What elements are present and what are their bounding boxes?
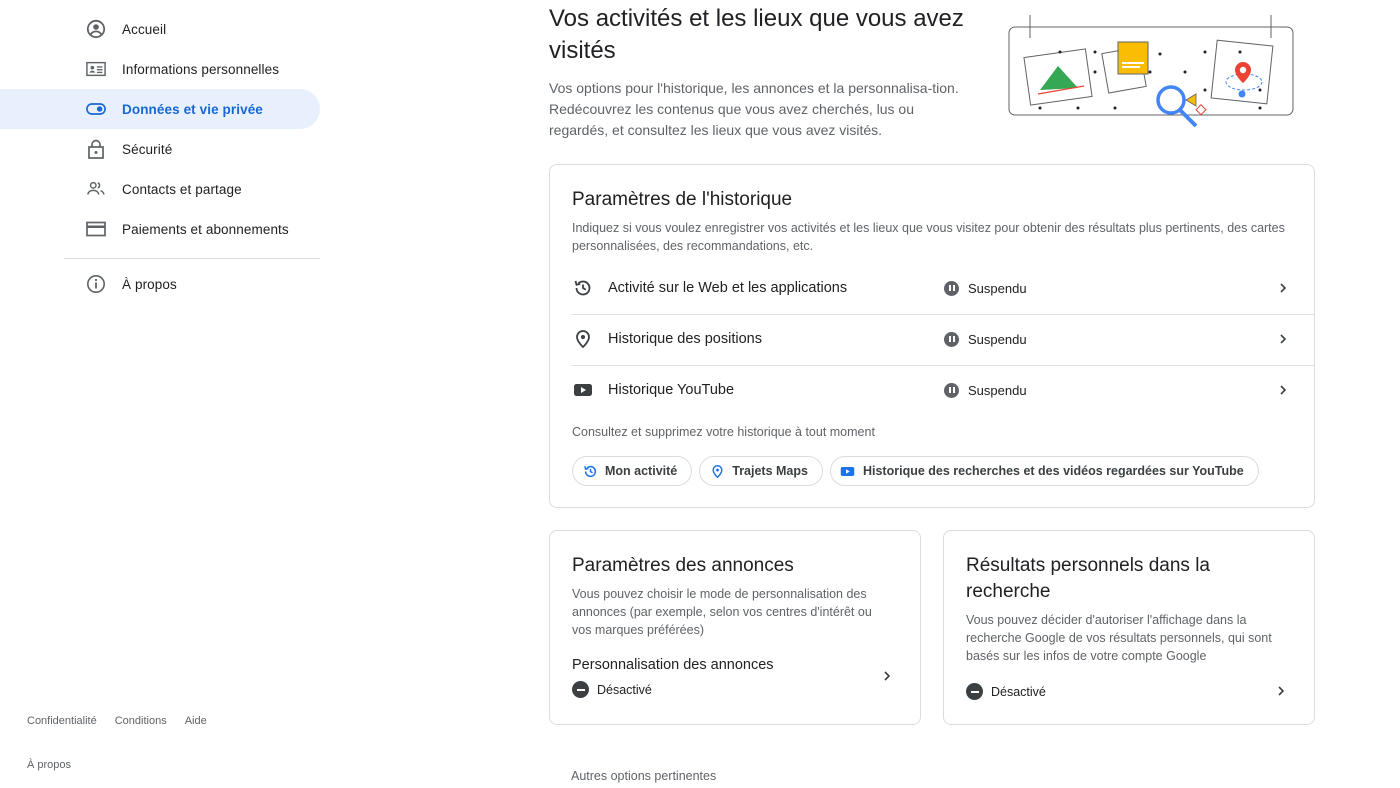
status-badge: Désactivé <box>572 681 652 698</box>
sidebar-item-payments[interactable]: Paiements et abonnements <box>0 209 320 249</box>
sidebar-item-security[interactable]: Sécurité <box>0 129 320 169</box>
people-icon <box>86 179 106 199</box>
sidebar-item-personal-info[interactable]: Informations personnelles <box>0 49 320 89</box>
search-card-description: Vous pouvez décider d'autoriser l'affich… <box>966 613 1272 663</box>
sidebar-divider <box>64 258 320 259</box>
status-text: Suspendu <box>968 382 1027 398</box>
pause-icon <box>944 382 959 398</box>
location-pin-icon <box>572 328 594 350</box>
chip-label: Mon activité <box>605 464 678 478</box>
ads-card-title: Paramètres des annonces <box>572 555 794 576</box>
footer-terms-link[interactable]: Conditions <box>115 715 167 727</box>
history-row-label: Historique des positions <box>608 331 762 347</box>
history-icon <box>572 277 594 299</box>
youtube-icon <box>572 379 594 401</box>
history-icon <box>582 463 598 479</box>
sidebar-item-label: Contacts et partage <box>122 181 242 197</box>
maps-timeline-chip[interactable]: Trajets Maps <box>699 456 823 486</box>
location-pin-icon <box>709 463 725 479</box>
status-badge: Suspendu <box>944 382 1027 398</box>
disabled-icon <box>572 681 589 698</box>
search-card-title: Résultats personnels dans la recherche <box>966 555 1210 602</box>
activity-illustration <box>1000 10 1300 128</box>
sidebar-item-about[interactable]: À propos <box>0 264 320 304</box>
status-badge: Désactivé <box>966 683 1046 700</box>
account-circle-icon <box>86 19 106 39</box>
youtube-icon <box>840 463 856 479</box>
status-badge: Suspendu <box>944 331 1027 347</box>
chevron-right-icon <box>1278 686 1285 696</box>
disabled-icon <box>966 683 983 700</box>
history-manage-hint: Consultez et supprimez votre historique … <box>572 425 875 439</box>
history-settings-card: Paramètres de l'historique Indiquez si v… <box>549 164 1315 508</box>
more-options-heading: Autres options pertinentes <box>571 769 717 783</box>
history-row-youtube-history[interactable]: Historique YouTube Suspendu <box>550 365 1314 415</box>
pause-icon <box>944 280 959 296</box>
chevron-right-icon <box>1280 283 1287 293</box>
personal-results-card[interactable]: Résultats personnels dans la recherche V… <box>943 530 1315 725</box>
sidebar-item-label: Sécurité <box>122 141 173 157</box>
toggle-icon <box>86 99 106 119</box>
sidebar-item-label: Données et vie privée <box>122 101 263 117</box>
lock-icon <box>86 139 106 159</box>
sidebar-item-label: Accueil <box>122 21 167 37</box>
sidebar-item-contacts[interactable]: Contacts et partage <box>0 169 320 209</box>
sidebar-item-label: Paiements et abonnements <box>122 221 289 237</box>
pause-icon <box>944 331 959 347</box>
sidebar-about-wrap: À propos <box>64 264 320 304</box>
history-row-label: Historique YouTube <box>608 382 735 398</box>
id-card-icon <box>86 59 106 79</box>
page-title: Vos activités et les lieux que vous avez… <box>549 5 964 64</box>
youtube-history-chip[interactable]: Historique des recherches et des vidéos … <box>829 456 1259 486</box>
chevron-right-icon <box>1280 385 1287 395</box>
ad-settings-card[interactable]: Paramètres des annonces Vous pouvez choi… <box>549 530 921 725</box>
footer-privacy-link[interactable]: Confidentialité <box>27 715 97 727</box>
chevron-right-icon <box>884 671 891 681</box>
status-text: Suspendu <box>968 331 1027 347</box>
history-row-label: Activité sur le Web et les applications <box>608 280 848 296</box>
history-card-title: Paramètres de l'historique <box>572 189 793 210</box>
info-icon <box>86 274 106 294</box>
history-shortcut-chips: Mon activité Trajets Maps Historique des… <box>572 456 1259 486</box>
status-text: Suspendu <box>968 280 1027 296</box>
status-text: Désactivé <box>597 682 652 697</box>
history-card-description: Indiquez si vous voulez enregistrer vos … <box>572 221 1285 253</box>
footer-help-link[interactable]: Aide <box>185 715 207 727</box>
chip-label: Historique des recherches et des vidéos … <box>862 464 1244 478</box>
chevron-right-icon <box>1280 334 1287 344</box>
sidebar-item-data-privacy[interactable]: Données et vie privée <box>0 89 320 129</box>
sidebar-list: Accueil Informations personnelles Donnée… <box>0 9 320 249</box>
status-text: Désactivé <box>991 684 1046 699</box>
sidebar-item-label: Informations personnelles <box>122 61 280 77</box>
sidebar-nav: Accueil Informations personnelles Donnée… <box>0 0 320 788</box>
history-row-location-history[interactable]: Historique des positions Suspendu <box>550 314 1314 364</box>
footer-links: Confidentialité Conditions Aide <box>27 715 207 727</box>
chip-label: Trajets Maps <box>732 464 808 478</box>
credit-card-icon <box>86 219 106 239</box>
sidebar-item-label: À propos <box>122 276 177 292</box>
sidebar-item-accueil[interactable]: Accueil <box>0 9 320 49</box>
my-activity-chip[interactable]: Mon activité <box>572 456 693 486</box>
ad-personalization-label: Personnalisation des annonces <box>572 657 774 673</box>
status-badge: Suspendu <box>944 280 1027 296</box>
history-row-web-app-activity[interactable]: Activité sur le Web et les applications … <box>550 263 1314 313</box>
ads-card-description: Vous pouvez choisir le mode de personnal… <box>572 587 872 637</box>
page-description: Vos options pour l'historique, les annon… <box>549 80 959 138</box>
footer-about-link[interactable]: À propos <box>27 759 71 771</box>
